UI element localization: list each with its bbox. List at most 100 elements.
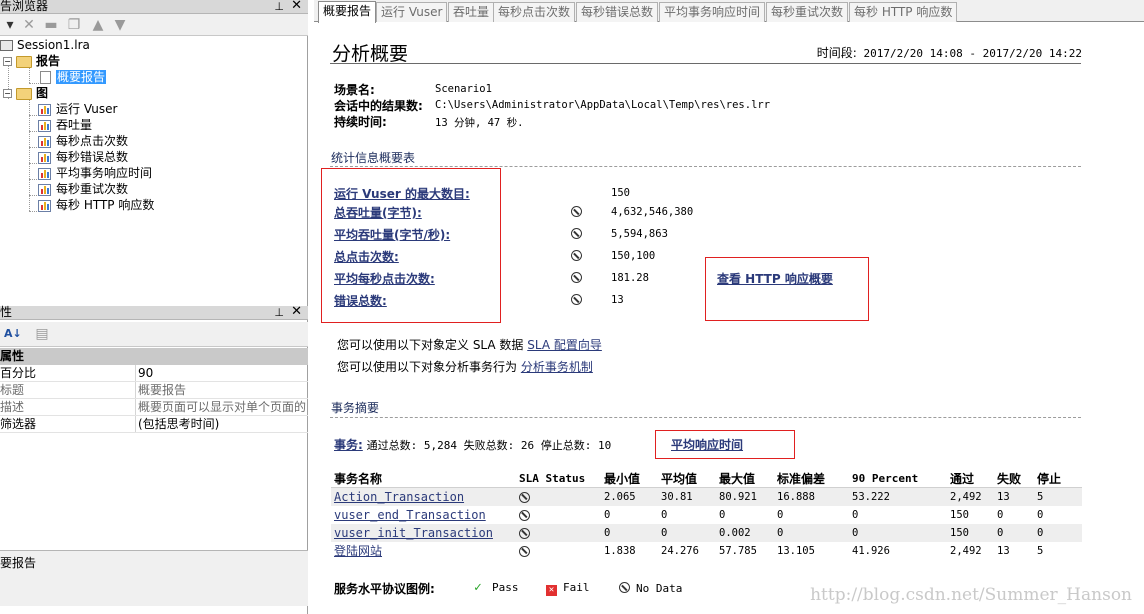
stat-link[interactable]: 运行 Vuser 的最大数目: bbox=[334, 187, 470, 201]
property-description-title: 要报告 bbox=[0, 556, 37, 570]
property-row[interactable]: 标题 概要报告 bbox=[0, 382, 308, 399]
stat-link[interactable]: 错误总数: bbox=[334, 294, 387, 308]
highlight-box bbox=[705, 257, 869, 321]
properties-title: 性 bbox=[0, 305, 13, 319]
move-up-icon[interactable]: ▲ bbox=[90, 17, 106, 33]
move-down-icon[interactable]: ▼ bbox=[112, 17, 128, 33]
col-header: 最小值 bbox=[601, 470, 658, 488]
legend-pass: ✓ Pass bbox=[474, 580, 519, 595]
tree-graph-item[interactable]: 吞吐量 bbox=[38, 117, 92, 133]
close-icon[interactable]: ✕ bbox=[291, 305, 302, 318]
report-browser-title: 告浏览器 bbox=[0, 0, 49, 13]
copy-icon[interactable]: ❐ bbox=[66, 17, 82, 33]
analysis-window: 告浏览器 ⊥ ✕ ▾ ✕ ▬ ❐ ▲ ▼ Session1.lra − 报告 概… bbox=[0, 0, 1144, 614]
sla-wizard-link[interactable]: SLA 配置向导 bbox=[527, 338, 602, 352]
rename-icon[interactable]: ▬ bbox=[43, 17, 59, 33]
folder-icon bbox=[16, 87, 32, 100]
stat-value: 5,594,863 bbox=[611, 228, 668, 240]
no-data-icon bbox=[571, 250, 582, 261]
tree-graph-item[interactable]: 每秒错误总数 bbox=[38, 149, 128, 165]
transaction-link[interactable]: vuser_end_Transaction bbox=[334, 508, 486, 522]
property-row[interactable]: 百分比 90 bbox=[0, 365, 308, 382]
tree-graph-item[interactable]: 每秒 HTTP 响应数 bbox=[38, 197, 154, 213]
pin-icon[interactable]: ⊥ bbox=[274, 0, 284, 13]
col-header: 标准偏差 bbox=[774, 470, 849, 488]
no-data-icon bbox=[519, 527, 530, 539]
table-header-row: 事务名称 SLA Status 最小值 平均值 最大值 标准偏差 90 Perc… bbox=[331, 470, 1082, 488]
graph-icon bbox=[38, 119, 51, 132]
tab-throughput[interactable]: 吞吐量 bbox=[448, 2, 495, 22]
transaction-link[interactable]: Action_Transaction bbox=[334, 490, 464, 504]
transactions-link[interactable]: 事务: bbox=[334, 438, 363, 452]
report-browser-title-bar: 告浏览器 ⊥ ✕ bbox=[0, 0, 308, 14]
property-pages-icon[interactable]: ▤ bbox=[34, 326, 50, 342]
http-response-summary-link[interactable]: 查看 HTTP 响应概要 bbox=[717, 272, 833, 286]
transaction-link[interactable]: vuser_init_Transaction bbox=[334, 526, 493, 540]
col-header: 停止 bbox=[1034, 470, 1082, 488]
tree-session[interactable]: Session1.lra bbox=[0, 37, 90, 53]
avg-response-time-link[interactable]: 平均响应时间 bbox=[671, 438, 743, 452]
tab-retries-per-second[interactable]: 每秒重试次数 bbox=[766, 2, 849, 22]
tab-running-vusers[interactable]: 运行 Vuser bbox=[376, 2, 448, 22]
analyze-transaction-link[interactable]: 分析事务机制 bbox=[521, 360, 593, 374]
tree-reports-folder[interactable]: − 报告 bbox=[3, 53, 60, 69]
tree-graph-item[interactable]: 每秒重试次数 bbox=[38, 181, 128, 197]
dropdown-arrow-icon[interactable]: ▾ bbox=[2, 17, 18, 33]
property-category: 属性 bbox=[0, 348, 308, 365]
left-panel: 告浏览器 ⊥ ✕ ▾ ✕ ▬ ❐ ▲ ▼ Session1.lra − 报告 概… bbox=[0, 0, 308, 614]
tree-graph-item[interactable]: 每秒点击次数 bbox=[38, 133, 128, 149]
tab-summary-report[interactable]: 概要报告 bbox=[318, 1, 377, 23]
stat-link[interactable]: 总点击次数: bbox=[334, 250, 399, 264]
legend-fail: ✕ Fail bbox=[546, 581, 590, 596]
no-data-icon bbox=[619, 582, 630, 593]
duration-value: 13 分钟, 47 秒. bbox=[435, 117, 524, 129]
col-header: 事务名称 bbox=[331, 470, 516, 488]
property-row[interactable]: 筛选器 (包括思考时间) bbox=[0, 416, 308, 433]
stats-section-title: 统计信息概要表 bbox=[331, 151, 416, 165]
tab-avg-transaction-response-time[interactable]: 平均事务响应时间 bbox=[659, 2, 766, 22]
close-icon[interactable]: ✕ bbox=[291, 0, 302, 12]
stat-link[interactable]: 总吞吐量(字节): bbox=[334, 206, 422, 220]
tab-errors-per-second[interactable]: 每秒错误总数 bbox=[576, 2, 659, 22]
stat-link[interactable]: 平均吞吐量(字节/秒): bbox=[334, 228, 450, 242]
duration-label: 持续时间: bbox=[334, 115, 387, 129]
tree-summary-report[interactable]: 概要报告 bbox=[40, 69, 107, 85]
results-value: C:\Users\Administrator\AppData\Local\Tem… bbox=[435, 99, 771, 111]
folder-icon bbox=[16, 55, 32, 68]
title-rule bbox=[330, 63, 1081, 64]
scenario-label: 场景名: bbox=[334, 83, 375, 97]
no-data-icon bbox=[571, 272, 582, 283]
stat-value: 150,100 bbox=[611, 250, 656, 262]
properties-title-bar: 性 ⊥ ✕ bbox=[0, 305, 308, 320]
summary-report-content: 分析概要 时间段: 2017/2/20 14:08 - 2017/2/20 14… bbox=[314, 23, 1144, 614]
delete-icon[interactable]: ✕ bbox=[21, 17, 37, 33]
sort-alpha-icon[interactable]: A↓ bbox=[4, 326, 22, 342]
graph-icon bbox=[38, 135, 51, 148]
property-row[interactable]: 描述 概要页面可以显示对单个页面的 bbox=[0, 399, 308, 416]
stat-value: 181.28 bbox=[611, 272, 649, 284]
tab-hits-per-second[interactable]: 每秒点击次数 bbox=[493, 2, 576, 22]
transaction-table: 事务名称 SLA Status 最小值 平均值 最大值 标准偏差 90 Perc… bbox=[331, 470, 1082, 560]
tree-graphs-folder[interactable]: − 图 bbox=[3, 85, 48, 101]
scenario-value: Scenario1 bbox=[435, 83, 492, 95]
col-header: 通过 bbox=[947, 470, 994, 488]
transaction-summary: 事务: 通过总数: 5,284 失败总数: 26 停止总数: 10 bbox=[334, 438, 612, 452]
graph-icon bbox=[38, 183, 51, 196]
pin-icon[interactable]: ⊥ bbox=[274, 306, 284, 319]
section-divider bbox=[330, 417, 1081, 418]
time-period: 时间段: 2017/2/20 14:08 - 2017/2/20 14:22 bbox=[816, 46, 1082, 60]
graph-icon bbox=[38, 151, 51, 164]
tree-graph-item[interactable]: 运行 Vuser bbox=[38, 101, 117, 117]
legend-no-data: No Data bbox=[619, 581, 682, 595]
stat-value: 13 bbox=[611, 294, 624, 306]
collapse-icon[interactable]: − bbox=[3, 57, 12, 66]
sla-text-row: 您可以使用以下对象定义 SLA 数据 SLA 配置向导 bbox=[337, 338, 602, 352]
document-tabs: 概要报告 运行 Vuser 吞吐量 每秒点击次数 每秒错误总数 平均事务响应时间… bbox=[314, 0, 1144, 23]
stat-link[interactable]: 平均每秒点击次数: bbox=[334, 272, 435, 286]
col-header: 最大值 bbox=[716, 470, 774, 488]
tab-http-responses-per-second[interactable]: 每秒 HTTP 响应数 bbox=[849, 2, 958, 22]
transaction-link[interactable]: 登陆网站 bbox=[334, 544, 382, 558]
table-row: vuser_init_Transaction 0 0 0.002 0 0 150… bbox=[331, 523, 1082, 542]
collapse-icon[interactable]: − bbox=[3, 89, 12, 98]
tree-graph-item[interactable]: 平均事务响应时间 bbox=[38, 165, 152, 181]
